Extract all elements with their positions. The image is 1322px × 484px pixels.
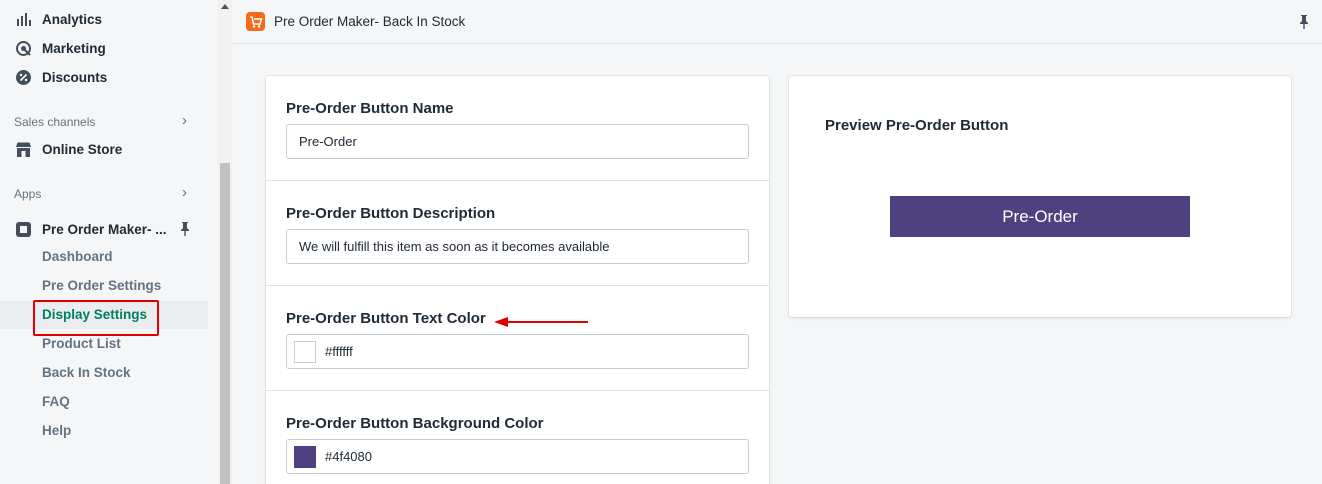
- button-name-value: Pre-Order: [299, 134, 357, 149]
- sidebar-item-discounts[interactable]: Discounts: [0, 63, 208, 91]
- button-description-input[interactable]: We will fulfill this item as soon as it …: [286, 229, 749, 264]
- pin-icon[interactable]: [179, 221, 191, 237]
- chevron-right-icon[interactable]: ›: [182, 112, 187, 129]
- text-color-value: #ffffff: [325, 344, 353, 359]
- sidebar: Analytics Marketing Discounts Sales chan…: [0, 0, 232, 484]
- background-color-section: Pre-Order Button Background Color #4f408…: [266, 391, 769, 484]
- sidebar-subitem-help[interactable]: Help: [0, 417, 208, 445]
- store-icon: [16, 142, 31, 157]
- scrollbar-thumb[interactable]: [220, 163, 230, 484]
- button-description-label: Pre-Order Button Description: [286, 205, 496, 222]
- sidebar-item-pre-order-maker[interactable]: Pre Order Maker- ...: [0, 215, 208, 243]
- sidebar-item-label: Discounts: [42, 69, 108, 85]
- sidebar-scrollbar[interactable]: [218, 0, 232, 484]
- sidebar-subitem-label: Back In Stock: [42, 365, 131, 380]
- annotation-arrow-icon: [494, 317, 588, 327]
- background-color-input[interactable]: #4f4080: [286, 439, 749, 474]
- sidebar-subitem-back-in-stock[interactable]: Back In Stock: [0, 359, 208, 387]
- app-logo-icon: [246, 12, 265, 31]
- button-description-section: Pre-Order Button Description We will ful…: [266, 181, 769, 286]
- sidebar-subitem-dashboard[interactable]: Dashboard: [0, 243, 208, 271]
- background-color-label: Pre-Order Button Background Color: [286, 415, 544, 432]
- sidebar-item-label: Marketing: [42, 40, 106, 56]
- preview-title: Preview Pre-Order Button: [825, 117, 1009, 134]
- button-name-input[interactable]: Pre-Order: [286, 124, 749, 159]
- marketing-icon: [16, 41, 31, 56]
- sidebar-item-label: Online Store: [42, 141, 123, 157]
- sidebar-subitem-label: Dashboard: [42, 249, 113, 264]
- pin-icon[interactable]: [1298, 14, 1310, 30]
- button-description-value: We will fulfill this item as soon as it …: [299, 239, 610, 254]
- sales-channels-heading: Sales channels: [14, 115, 96, 129]
- highlight-box: [33, 300, 159, 336]
- display-settings-form: Pre-Order Button Name Pre-Order Pre-Orde…: [266, 76, 769, 484]
- preview-card: Preview Pre-Order Button Pre-Order: [789, 76, 1291, 317]
- text-color-section: Pre-Order Button Text Color #ffffff: [266, 286, 769, 391]
- sidebar-item-marketing[interactable]: Marketing: [0, 34, 208, 62]
- text-color-swatch[interactable]: [294, 340, 316, 363]
- app-title: Pre Order Maker- Back In Stock: [274, 14, 466, 29]
- app-icon: [16, 222, 31, 237]
- background-color-value: #4f4080: [325, 449, 372, 464]
- button-name-section: Pre-Order Button Name Pre-Order: [266, 76, 769, 181]
- scroll-up-arrow-icon[interactable]: [221, 4, 229, 9]
- sidebar-subitem-pre-order-settings[interactable]: Pre Order Settings: [0, 272, 208, 300]
- sidebar-subitem-label: FAQ: [42, 394, 70, 409]
- chevron-right-icon[interactable]: ›: [182, 184, 187, 201]
- preview-pre-order-button[interactable]: Pre-Order: [890, 196, 1190, 237]
- sidebar-item-label: Pre Order Maker- ...: [42, 221, 167, 237]
- text-color-input[interactable]: #ffffff: [286, 334, 749, 369]
- sidebar-subitem-label: Pre Order Settings: [42, 278, 162, 293]
- text-color-label: Pre-Order Button Text Color: [286, 310, 486, 327]
- analytics-icon: [17, 13, 31, 26]
- sidebar-item-online-store[interactable]: Online Store: [0, 135, 208, 163]
- app-header: Pre Order Maker- Back In Stock: [233, 0, 1322, 44]
- apps-heading: Apps: [14, 187, 42, 201]
- sidebar-item-analytics[interactable]: Analytics: [0, 5, 208, 33]
- discounts-icon: [16, 70, 31, 85]
- sidebar-subitem-label: Help: [42, 423, 72, 438]
- sidebar-item-label: Analytics: [42, 11, 103, 27]
- background-color-swatch[interactable]: [294, 445, 316, 468]
- button-name-label: Pre-Order Button Name: [286, 100, 454, 117]
- sidebar-subitem-label: Product List: [42, 336, 121, 351]
- sidebar-subitem-faq[interactable]: FAQ: [0, 388, 208, 416]
